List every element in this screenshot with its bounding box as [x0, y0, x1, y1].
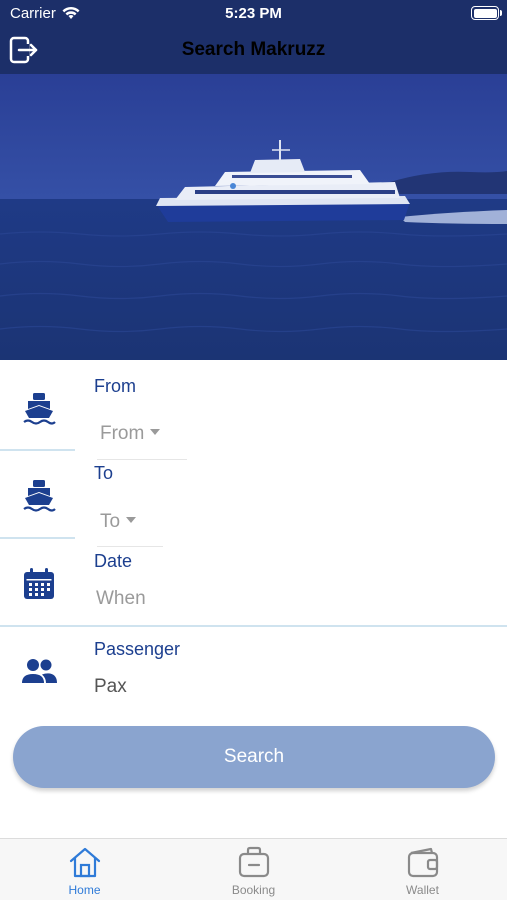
from-dropdown[interactable]: From — [100, 423, 161, 445]
status-time: 5:23 PM — [225, 5, 282, 22]
tab-home-label: Home — [68, 883, 101, 897]
page-title: Search Makruzz — [181, 39, 326, 60]
from-dropdown-value: From — [100, 423, 145, 444]
bag-icon — [238, 846, 270, 878]
tab-home[interactable]: Home — [0, 839, 169, 900]
date-label: Date — [94, 551, 133, 571]
chevron-down-icon — [150, 428, 161, 435]
date-field[interactable]: When — [96, 588, 146, 610]
ferry-icon — [23, 393, 56, 425]
tab-wallet-label: Wallet — [406, 883, 439, 897]
calendar-icon — [24, 568, 54, 599]
passenger-row[interactable]: Passenger Pax — [0, 627, 507, 717]
tab-bar: Home Booking Wallet — [0, 838, 507, 900]
to-row[interactable]: To To — [0, 451, 507, 547]
wallet-icon — [407, 847, 439, 878]
tab-booking-label: Booking — [231, 883, 276, 897]
ferry-icon — [23, 480, 56, 512]
header-bar: Carrier 5:23 PM Search Makruzz — [0, 0, 507, 74]
chevron-down-icon — [126, 516, 137, 523]
passenger-label: Passenger — [94, 639, 181, 659]
tab-booking[interactable]: Booking — [169, 839, 338, 900]
people-icon — [22, 659, 57, 683]
ferry-photo — [0, 74, 507, 360]
home-icon — [69, 847, 101, 878]
passenger-field[interactable]: Pax — [94, 676, 127, 698]
to-dropdown[interactable]: To — [100, 511, 137, 533]
battery-icon — [471, 6, 499, 20]
to-label: To — [94, 463, 114, 483]
from-row[interactable]: From From — [0, 362, 507, 460]
from-label: From — [94, 376, 136, 396]
search-button[interactable]: Search — [13, 726, 495, 788]
tab-wallet[interactable]: Wallet — [338, 839, 507, 900]
to-dropdown-value: To — [100, 511, 121, 532]
date-row[interactable]: Date When — [0, 539, 507, 625]
